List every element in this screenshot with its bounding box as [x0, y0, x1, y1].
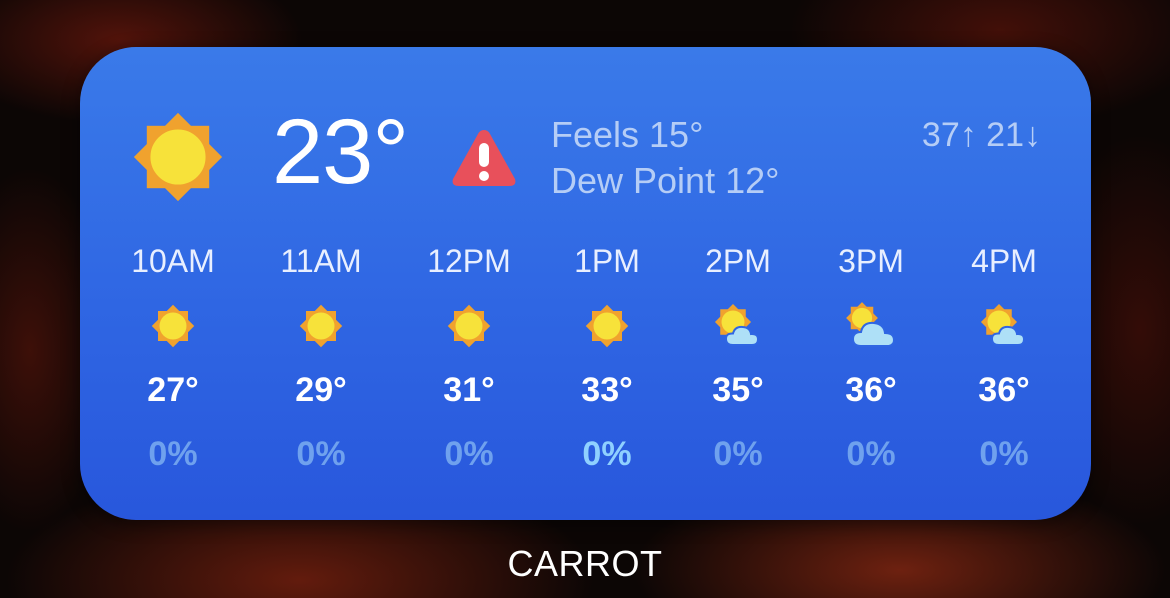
- weather-widget[interactable]: 23° Feels 15° Dew Point 12° 37↑ 21↓ 10AM…: [80, 47, 1091, 520]
- sun-icon: [133, 112, 223, 202]
- sun-icon: [299, 304, 343, 348]
- hour-temperature: 36°: [978, 371, 1030, 409]
- hour-time: 3PM: [838, 243, 904, 279]
- hour-time: 1PM: [574, 243, 640, 279]
- sun-icon: [151, 304, 195, 348]
- hour-precipitation: 0%: [713, 435, 763, 473]
- feels-like: Feels 15°: [551, 114, 704, 155]
- hour-precipitation: 0%: [979, 435, 1029, 473]
- dew-point: Dew Point 12°: [551, 160, 780, 201]
- hour-precipitation: 0%: [846, 435, 896, 473]
- hour-time: 11AM: [280, 243, 362, 279]
- mostly-cloudy-icon: [846, 302, 896, 347]
- hour-time: 4PM: [971, 243, 1037, 279]
- hour-time: 10AM: [131, 243, 215, 279]
- hour-temperature: 27°: [147, 371, 199, 409]
- current-temperature: 23°: [272, 101, 409, 203]
- hour-temperature: 29°: [295, 371, 347, 409]
- hour-time: 12PM: [427, 243, 511, 279]
- hour-temperature: 33°: [581, 371, 633, 409]
- partly-cloudy-icon: [980, 303, 1026, 346]
- hour-time: 2PM: [705, 243, 771, 279]
- hour-precipitation: 0%: [148, 435, 198, 473]
- hour-temperature: 36°: [845, 371, 897, 409]
- hour-precipitation: 0%: [296, 435, 346, 473]
- sun-icon: [585, 304, 629, 348]
- hour-temperature: 31°: [443, 371, 495, 409]
- hourly-forecast: 10AM 27° 0% 11AM 29° 0% 12PM 31° 0% 1PM: [80, 237, 1091, 487]
- sun-icon: [447, 304, 491, 348]
- hour-temperature: 35°: [712, 371, 764, 409]
- warning-icon[interactable]: [449, 125, 519, 191]
- hour-precipitation: 0%: [444, 435, 494, 473]
- hour-precipitation: 0%: [582, 435, 632, 473]
- widget-app-label: CARROT: [507, 543, 663, 584]
- high-low: 37↑ 21↓: [921, 116, 1041, 154]
- partly-cloudy-icon: [714, 303, 760, 346]
